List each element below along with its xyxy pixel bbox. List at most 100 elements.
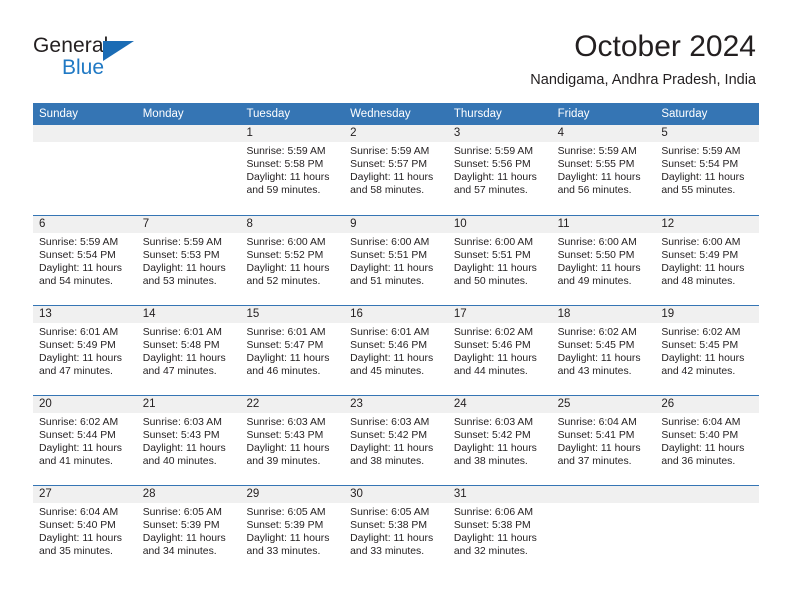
day-details: Sunrise: 6:04 AM Sunset: 5:40 PM Daylight:… (655, 413, 759, 468)
daylight-text-line1: Daylight: 11 hours (350, 353, 434, 365)
day-number: 13 (33, 306, 137, 323)
calendar-day-cell[interactable]: 26 Sunrise: 6:04 AM Sunset: 5:40 PM Dayligh… (655, 396, 760, 485)
daylight-text-line2: and 34 minutes. (142, 546, 217, 558)
sunrise-text: Sunrise: 6:06 AM (453, 507, 534, 518)
day-number: 29 (240, 486, 345, 503)
calendar-day-cell[interactable]: 3 Sunrise: 5:59 AM Sunset: 5:56 PM Daylight… (447, 125, 552, 215)
day-details: Sunrise: 6:04 AM Sunset: 5:41 PM Daylight:… (552, 413, 656, 468)
day-details: Sunrise: 6:00 AM Sunset: 5:51 PM Daylight:… (448, 233, 552, 288)
sunset-text: Sunset: 5:41 PM (557, 430, 635, 442)
page-subtitle: Nandigama, Andhra Pradesh, India (530, 72, 756, 88)
calendar-day-cell[interactable]: 28 Sunrise: 6:05 AM Sunset: 5:39 PM Dayligh… (136, 486, 241, 575)
daylight-text-line1: Daylight: 11 hours (39, 443, 122, 455)
calendar-day-cell[interactable]: 30 Sunrise: 6:05 AM Sunset: 5:38 PM Dayligh… (344, 486, 448, 575)
daylight-text-line2: and 33 minutes. (350, 546, 425, 558)
day-number: 5 (655, 125, 760, 142)
calendar-day-cell[interactable]: 15 Sunrise: 6:01 AM Sunset: 5:47 PM Dayligh… (240, 306, 345, 395)
sunset-text: Sunset: 5:42 PM (453, 430, 531, 442)
daylight-text-line1: Daylight: 11 hours (661, 172, 745, 184)
day-details: Sunrise: 5:59 AM Sunset: 5:55 PM Daylight:… (552, 142, 656, 197)
calendar-day-cell[interactable]: 29 Sunrise: 6:05 AM Sunset: 5:39 PM Dayligh… (240, 486, 345, 575)
day-number: 28 (136, 486, 241, 503)
calendar-day-cell[interactable]: 17 Sunrise: 6:02 AM Sunset: 5:46 PM Dayligh… (447, 306, 552, 395)
day-details: Sunrise: 6:06 AM Sunset: 5:38 PM Daylight:… (448, 503, 552, 558)
general-blue-logo[interactable]: General Blue (33, 33, 163, 85)
calendar-day-cell[interactable]: 14 Sunrise: 6:01 AM Sunset: 5:48 PM Dayligh… (136, 306, 241, 395)
day-details: Sunrise: 6:01 AM Sunset: 5:49 PM Daylight:… (33, 323, 137, 378)
calendar-day-cell[interactable]: 24 Sunrise: 6:03 AM Sunset: 5:42 PM Dayligh… (447, 396, 552, 485)
daylight-text-line1: Daylight: 11 hours (39, 353, 122, 365)
day-details: Sunrise: 6:02 AM Sunset: 5:44 PM Daylight:… (33, 413, 137, 468)
calendar-day-cell[interactable]: 6 Sunrise: 5:59 AM Sunset: 5:54 PM Daylight… (33, 216, 137, 305)
calendar-day-cell[interactable]: 7 Sunrise: 5:59 AM Sunset: 5:53 PM Daylight… (136, 216, 241, 305)
day-details: Sunrise: 5:59 AM Sunset: 5:56 PM Daylight:… (448, 142, 552, 197)
day-number: 7 (136, 216, 241, 233)
daylight-text-line2: and 49 minutes. (557, 276, 632, 288)
day-details: Sunrise: 6:00 AM Sunset: 5:50 PM Daylight:… (552, 233, 656, 288)
day-details: Sunrise: 5:59 AM Sunset: 5:54 PM Daylight:… (33, 233, 137, 288)
day-details (552, 503, 656, 506)
calendar-day-cell[interactable]: 21 Sunrise: 6:03 AM Sunset: 5:43 PM Dayligh… (136, 396, 241, 485)
sunrise-text: Sunrise: 6:00 AM (453, 237, 534, 248)
day-details: Sunrise: 6:00 AM Sunset: 5:52 PM Daylight:… (240, 233, 344, 288)
day-number: 10 (447, 216, 552, 233)
day-number: 21 (136, 396, 241, 413)
calendar-day-cell[interactable]: 16 Sunrise: 6:01 AM Sunset: 5:46 PM Dayligh… (344, 306, 448, 395)
day-number: 24 (447, 396, 552, 413)
sunrise-text: Sunrise: 6:03 AM (246, 417, 326, 428)
calendar-day-cell[interactable]: 9 Sunrise: 6:00 AM Sunset: 5:51 PM Daylight… (344, 216, 448, 305)
sunrise-text: Sunrise: 6:02 AM (39, 417, 119, 428)
day-details: Sunrise: 5:59 AM Sunset: 5:57 PM Daylight:… (344, 142, 448, 197)
sunrise-text: Sunrise: 5:59 AM (557, 146, 637, 157)
daylight-text-line1: Daylight: 11 hours (453, 443, 537, 455)
calendar-day-cell[interactable]: 23 Sunrise: 6:03 AM Sunset: 5:42 PM Dayligh… (344, 396, 448, 485)
daylight-text-line2: and 41 minutes. (39, 456, 113, 468)
daylight-text-line1: Daylight: 11 hours (350, 533, 434, 545)
calendar-day-cell[interactable]: 19 Sunrise: 6:02 AM Sunset: 5:45 PM Dayligh… (655, 306, 760, 395)
calendar-page: General Blue October 2024 Nandigama, And… (0, 0, 792, 612)
daylight-text-line1: Daylight: 11 hours (453, 533, 537, 545)
calendar-day-cell[interactable]: 11 Sunrise: 6:00 AM Sunset: 5:50 PM Dayligh… (551, 216, 656, 305)
daylight-text-line1: Daylight: 11 hours (246, 533, 330, 545)
calendar-day-cell[interactable]: 27 Sunrise: 6:04 AM Sunset: 5:40 PM Dayligh… (33, 486, 137, 575)
daylight-text-line1: Daylight: 11 hours (39, 263, 122, 275)
day-number (551, 486, 656, 503)
calendar-day-cell[interactable]: 12 Sunrise: 6:00 AM Sunset: 5:49 PM Dayligh… (655, 216, 760, 305)
calendar-day-cell[interactable]: 18 Sunrise: 6:02 AM Sunset: 5:45 PM Dayligh… (551, 306, 656, 395)
daylight-text-line2: and 59 minutes. (246, 185, 321, 197)
calendar-day-cell[interactable]: 22 Sunrise: 6:03 AM Sunset: 5:43 PM Dayligh… (240, 396, 345, 485)
sunrise-text: Sunrise: 6:03 AM (142, 417, 222, 428)
sunset-text: Sunset: 5:40 PM (39, 520, 116, 532)
sunset-text: Sunset: 5:45 PM (661, 340, 739, 352)
day-number: 11 (551, 216, 656, 233)
calendar-day-cell[interactable]: 31 Sunrise: 6:06 AM Sunset: 5:38 PM Dayligh… (447, 486, 552, 575)
calendar-day-cell[interactable]: 5 Sunrise: 5:59 AM Sunset: 5:54 PM Daylight… (655, 125, 760, 215)
sunset-text: Sunset: 5:53 PM (142, 250, 220, 262)
sunset-text: Sunset: 5:46 PM (453, 340, 531, 352)
calendar-day-cell[interactable]: 13 Sunrise: 6:01 AM Sunset: 5:49 PM Dayligh… (33, 306, 137, 395)
calendar-day-cell[interactable]: 8 Sunrise: 6:00 AM Sunset: 5:52 PM Daylight… (240, 216, 345, 305)
daylight-text-line2: and 33 minutes. (246, 546, 321, 558)
day-number: 17 (447, 306, 552, 323)
sunset-text: Sunset: 5:42 PM (350, 430, 427, 442)
calendar-day-cell[interactable]: 2 Sunrise: 5:59 AM Sunset: 5:57 PM Daylight… (344, 125, 448, 215)
daylight-text-line1: Daylight: 11 hours (557, 172, 641, 184)
calendar-day-cell[interactable]: 20 Sunrise: 6:02 AM Sunset: 5:44 PM Dayligh… (33, 396, 137, 485)
day-number: 8 (240, 216, 345, 233)
sunset-text: Sunset: 5:47 PM (246, 340, 324, 352)
day-number: 4 (551, 125, 656, 142)
calendar-day-cell[interactable]: 25 Sunrise: 6:04 AM Sunset: 5:41 PM Dayligh… (551, 396, 656, 485)
daylight-text-line2: and 47 minutes. (39, 366, 113, 378)
daylight-text-line1: Daylight: 11 hours (350, 443, 434, 455)
calendar-day-cell[interactable]: 4 Sunrise: 5:59 AM Sunset: 5:55 PM Daylight… (551, 125, 656, 215)
calendar-week-row: 20 Sunrise: 6:02 AM Sunset: 5:44 PM Dayligh… (33, 395, 760, 485)
daylight-text-line2: and 36 minutes. (661, 456, 736, 468)
calendar-day-cell[interactable]: 1 Sunrise: 5:59 AM Sunset: 5:58 PM Daylight… (240, 125, 345, 215)
day-details (33, 142, 137, 145)
calendar-day-cell[interactable]: 10 Sunrise: 6:00 AM Sunset: 5:51 PM Dayligh… (447, 216, 552, 305)
sunset-text: Sunset: 5:45 PM (557, 340, 635, 352)
day-number: 22 (240, 396, 345, 413)
day-number: 6 (33, 216, 137, 233)
sunset-text: Sunset: 5:40 PM (661, 430, 739, 442)
weekday-header-saturday: Saturday (661, 108, 708, 120)
